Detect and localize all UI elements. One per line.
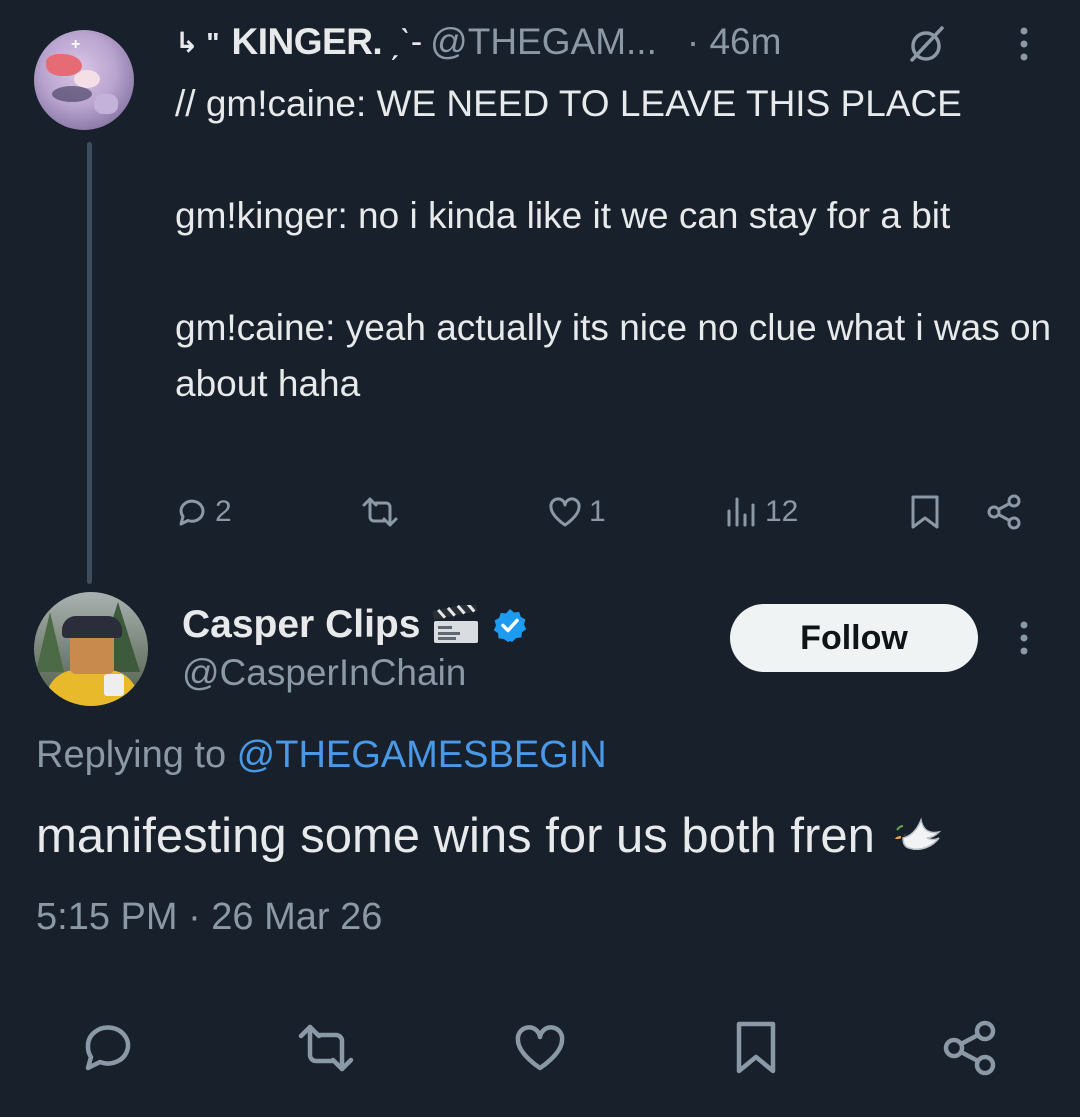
thread-line — [87, 142, 92, 584]
replying-prefix: Replying to — [36, 734, 237, 776]
tweet-timestamp[interactable]: 5:15 PM · 26 Mar 26 — [36, 896, 382, 939]
reply-button[interactable]: 2 — [175, 484, 232, 540]
share-icon — [943, 1020, 996, 1076]
bookmark-icon — [911, 495, 939, 529]
tweet-text: // gm!caine: WE NEED TO LEAVE THIS PLACE… — [175, 76, 1055, 412]
author-name[interactable]: KINGER. — [232, 21, 383, 63]
like-icon — [515, 1025, 565, 1071]
retweet-icon — [298, 1024, 354, 1072]
share-button[interactable] — [985, 484, 1023, 540]
tweet-text-line: // gm!caine: WE NEED TO LEAVE THIS PLACE — [175, 83, 962, 124]
views-button[interactable]: 12 — [723, 484, 798, 540]
retweet-button[interactable] — [360, 484, 400, 540]
reply-button[interactable] — [72, 1012, 144, 1084]
author-name-decoration: ˏˋ- — [388, 22, 423, 61]
share-button[interactable] — [934, 1012, 1006, 1084]
reply-icon — [179, 499, 205, 526]
bookmark-icon — [736, 1021, 776, 1074]
reply-count: 2 — [215, 495, 232, 528]
avatar[interactable]: + — [34, 30, 134, 130]
more-icon[interactable] — [1002, 616, 1046, 660]
tweet-time[interactable]: · 46m — [687, 21, 782, 63]
share-icon — [987, 494, 1021, 530]
dove-icon — [894, 817, 942, 850]
avatar[interactable] — [34, 592, 148, 706]
mute-icon[interactable] — [904, 22, 948, 66]
author-row: Casper Clips — [182, 600, 528, 650]
replying-mention-link[interactable]: @THEGAMESBEGIN — [237, 734, 607, 776]
views-count: 12 — [765, 495, 799, 528]
like-button[interactable]: 1 — [547, 484, 606, 540]
tweet-text-line: gm!caine: yeah actually its nice no clue… — [175, 307, 1052, 404]
author-name[interactable]: Casper Clips — [182, 603, 420, 647]
author-handle[interactable]: @CasperInChain — [182, 652, 466, 694]
tweet-header: ↳ " KINGER. ˏˋ- @THEGAM... · 46m — [175, 14, 781, 70]
bookmark-button[interactable] — [720, 1012, 792, 1084]
reply-arrow-icon: ↳ " — [175, 26, 220, 58]
bookmark-button[interactable] — [908, 484, 942, 540]
reply-icon — [85, 1025, 131, 1071]
like-count: 1 — [589, 495, 606, 528]
like-icon — [549, 497, 581, 527]
tweet-actions: 2 1 12 — [175, 484, 1055, 540]
replying-to: Replying to @THEGAMESBEGIN — [36, 734, 607, 777]
verified-badge-icon — [494, 609, 527, 642]
retweet-button[interactable] — [290, 1012, 362, 1084]
follow-button[interactable]: Follow — [730, 604, 978, 672]
tweet-text-content: manifesting some wins for us both fren — [36, 809, 875, 863]
like-button[interactable] — [504, 1012, 576, 1084]
clapperboard-icon — [432, 605, 479, 643]
author-handle[interactable]: @THEGAM... — [430, 21, 657, 63]
tweet-text: manifesting some wins for us both fren — [36, 808, 949, 864]
more-icon[interactable] — [1002, 22, 1046, 66]
tweet-text-line: gm!kinger: no i kinda like it we can sta… — [175, 195, 951, 236]
views-icon — [727, 497, 755, 527]
retweet-icon — [362, 497, 398, 527]
tweet-actions — [0, 1012, 1080, 1084]
